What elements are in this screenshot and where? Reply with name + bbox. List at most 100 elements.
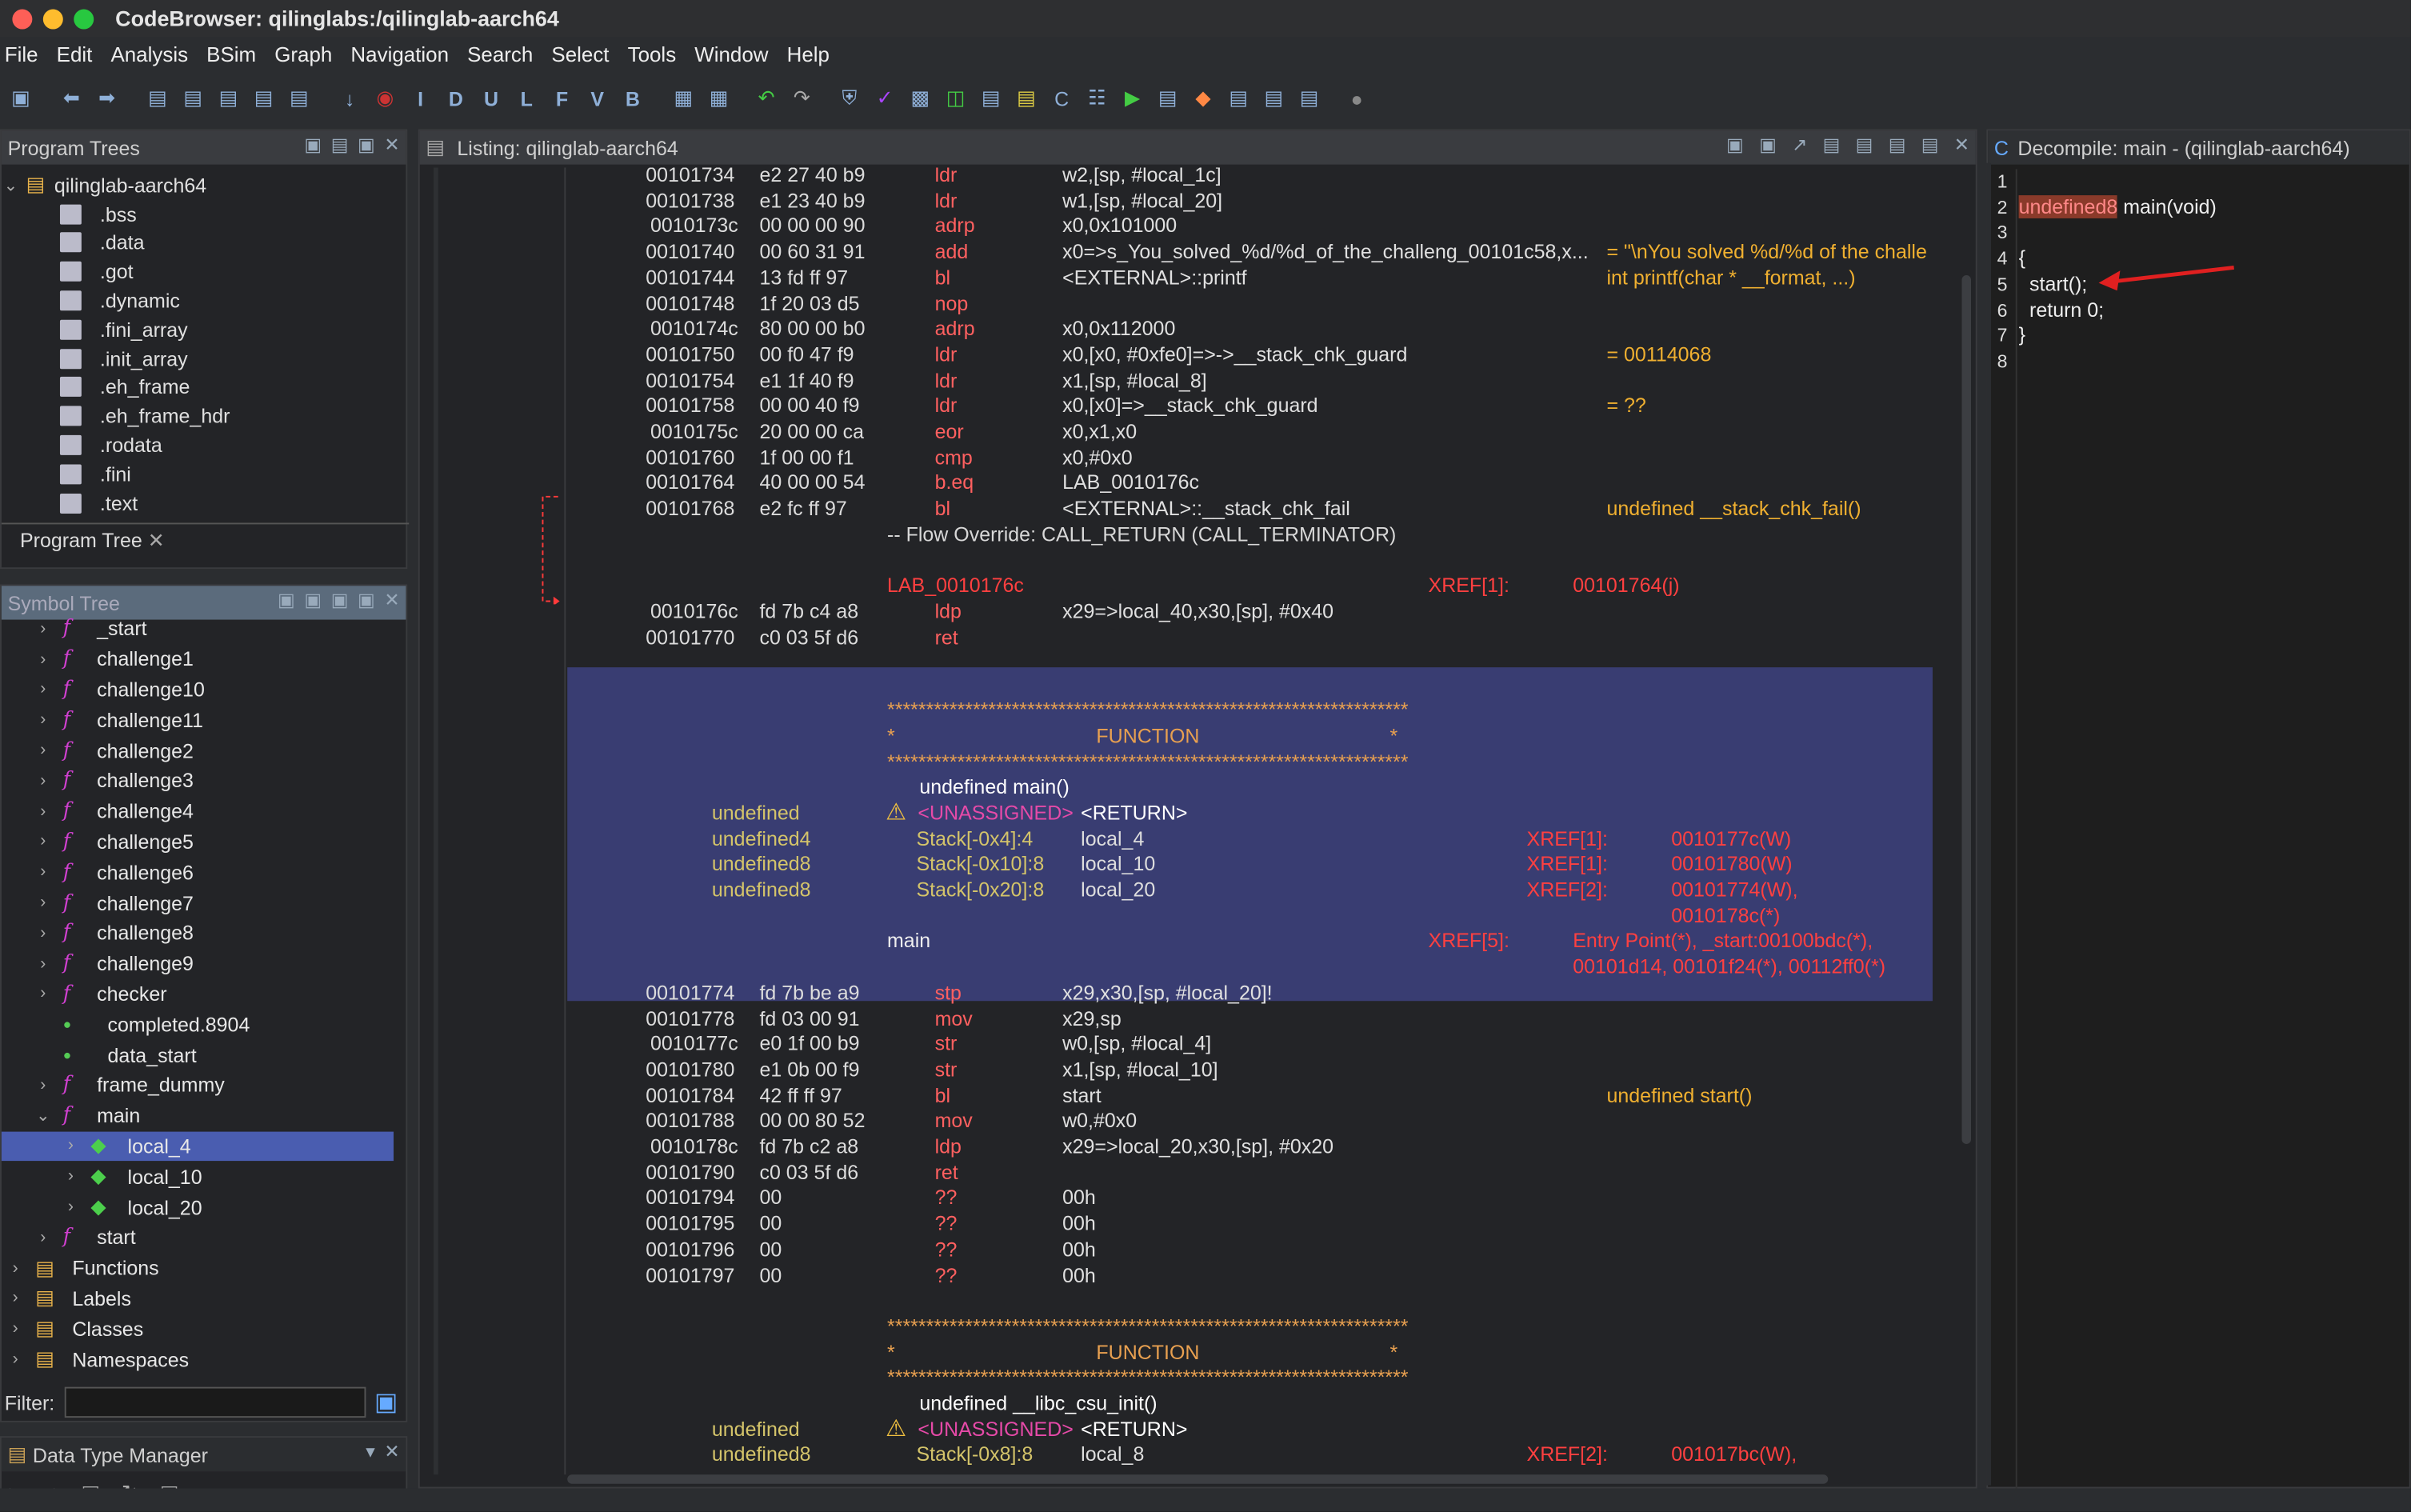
back-arrow-icon[interactable]: ⬅ — [54, 83, 89, 114]
chevron-right-icon[interactable]: › — [2, 1350, 30, 1369]
tree-tool-icon[interactable]: ▣ — [358, 589, 375, 610]
chevron-right-icon[interactable]: › — [30, 924, 58, 942]
symbol-tree-item[interactable]: › f challenge4 — [2, 796, 394, 826]
tree-root[interactable]: ⌄ ▤ qilinglab-aarch64 — [2, 170, 394, 199]
listing-row[interactable]: 00101740 00 60 31 91 add x0=>s_You_solved_%… — [567, 240, 1933, 266]
listing-row[interactable]: 00101774 fd 7b be a9 stp x29,x30,[sp, #loca… — [567, 981, 1933, 1006]
paste-icon[interactable]: ▣ — [1759, 134, 1777, 155]
listing-row[interactable]: 00101748 1f 20 03 d5 nop — [567, 291, 1933, 317]
listing-row[interactable]: 00101750 00 f0 47 f9 ldr x0,[x0, #0xfe0]=>-… — [567, 342, 1933, 368]
symbol-tree-item[interactable]: › f challenge1 — [2, 644, 394, 674]
symbol-tree-item[interactable]: › f challenge6 — [2, 857, 394, 887]
chevron-right-icon[interactable]: › — [30, 802, 58, 821]
listing-row[interactable]: 00101758 00 00 40 f9 ldr x0,[x0]=>__stack_c… — [567, 394, 1933, 420]
save-icon[interactable]: ▣ — [3, 83, 38, 114]
tree-item[interactable]: .fini_array — [2, 315, 394, 344]
forward-arrow-icon[interactable]: ➡ — [89, 83, 124, 114]
listing-row[interactable]: 00101734 e2 27 40 b9 ldr w2,[sp, #local_1c] — [567, 167, 1933, 188]
nav-d-icon[interactable]: D — [438, 83, 474, 114]
tool-icon[interactable]: ▤ — [1921, 134, 1939, 155]
tool-icon[interactable]: ▤ — [1150, 83, 1186, 114]
chevron-right-icon[interactable]: › — [57, 1167, 85, 1186]
listing-row[interactable]: 00101778 fd 03 00 91 mov x29,sp — [567, 1006, 1933, 1032]
redo-icon[interactable]: ↷ — [784, 83, 819, 114]
menu-help[interactable]: Help — [782, 43, 843, 77]
symbol-tree-item[interactable]: › f challenge8 — [2, 918, 394, 948]
symbol-tree-item[interactable]: › ▤ Labels — [2, 1283, 394, 1314]
symbol-tree-item[interactable]: ● completed.8904 — [2, 1010, 394, 1040]
tree-item[interactable]: .dynamic — [2, 286, 394, 315]
symbol-tree-item[interactable]: › f challenge10 — [2, 674, 394, 705]
listing-row[interactable]: 0010175c 20 00 00 ca eor x0,x1,x0 — [567, 420, 1933, 446]
listing-row[interactable]: 00101738 e1 23 40 b9 ldr w1,[sp, #local_20] — [567, 189, 1933, 214]
down-arrow-icon[interactable]: ↓ — [332, 83, 367, 114]
chevron-right-icon[interactable]: › — [30, 985, 58, 1003]
chevron-down-icon[interactable]: ▾ — [366, 1441, 375, 1462]
page-icon[interactable]: ▤ — [282, 83, 317, 114]
decompiler-icon[interactable]: C — [1044, 83, 1079, 114]
chevron-right-icon[interactable]: › — [30, 1228, 58, 1246]
chevron-right-icon[interactable]: › — [30, 619, 58, 638]
menu-graph[interactable]: Graph — [270, 43, 346, 77]
tree-tool-icon[interactable]: ▣ — [278, 589, 295, 610]
chevron-right-icon[interactable]: › — [30, 650, 58, 668]
chevron-right-icon[interactable]: › — [30, 863, 58, 882]
return-type[interactable]: undefined8 — [2018, 195, 2118, 218]
check-icon[interactable]: ✓ — [867, 83, 902, 114]
symbol-tree-item[interactable]: › f frame_dummy — [2, 1070, 394, 1101]
minimize-window-button[interactable] — [42, 8, 63, 29]
listing-row[interactable]: 00101788 00 00 80 52 mov w0,#0x0 — [567, 1110, 1933, 1135]
diamond-icon[interactable]: ◆ — [1186, 83, 1221, 114]
tool-icon[interactable]: ◫ — [938, 83, 973, 114]
chevron-down-icon[interactable]: ⌄ — [30, 1106, 58, 1126]
tool-icon[interactable]: ▦ — [701, 83, 736, 114]
symbol-tree-item[interactable]: › f challenge2 — [2, 735, 394, 766]
tool-icon[interactable]: ▤ — [1823, 134, 1841, 155]
listing-row[interactable]: 00101794 00?? 00h — [567, 1186, 1933, 1212]
filter-input[interactable] — [63, 1386, 366, 1418]
tree-tool-icon[interactable]: ▣ — [358, 134, 375, 155]
tool-icon[interactable]: ▩ — [902, 83, 938, 114]
graph-icon[interactable]: ☷ — [1079, 83, 1114, 114]
listing-row[interactable]: 00101780 e1 0b 00 f9 str x1,[sp, #local_10] — [567, 1058, 1933, 1083]
nav-v-icon[interactable]: V — [580, 83, 615, 114]
chevron-right-icon[interactable]: › — [30, 894, 58, 912]
zoom-window-button[interactable] — [74, 8, 94, 29]
run-icon[interactable]: ▶ — [1114, 83, 1150, 114]
symbol-tree-item[interactable]: › ▤ Classes — [2, 1314, 394, 1344]
nav-l-icon[interactable]: L — [509, 83, 544, 114]
symbol-tree-item[interactable]: › f _start — [2, 614, 394, 644]
symbol-tree-item[interactable]: › f challenge9 — [2, 948, 394, 978]
tree-tool-icon[interactable]: ▣ — [304, 589, 322, 610]
menu-file[interactable]: File — [0, 43, 52, 77]
copy-icon[interactable]: ▣ — [1726, 134, 1744, 155]
page-icon[interactable]: ▤ — [210, 83, 246, 114]
listing-row[interactable]: 00101768 e2 fc ff 97 bl <EXTERNAL>::__stack… — [567, 497, 1933, 522]
listing-row[interactable]: 00101770 c0 03 5f d6 ret — [567, 625, 1933, 650]
tool-icon[interactable]: ▤ — [1221, 83, 1256, 114]
nav-i-icon[interactable]: I — [403, 83, 438, 114]
menu-analysis[interactable]: Analysis — [106, 43, 202, 77]
symbol-tree-item[interactable]: › ◆ local_10 — [2, 1162, 394, 1192]
tool-icon[interactable]: ▤ — [1256, 83, 1291, 114]
close-icon[interactable]: ✕ — [384, 1441, 399, 1462]
close-icon[interactable]: ✕ — [148, 529, 165, 552]
chevron-right-icon[interactable]: › — [2, 1319, 30, 1338]
listing-row[interactable]: 0010178c fd 7b c2 a8 ldp x29=>local_20,x30,… — [567, 1135, 1933, 1161]
tree-item[interactable]: .text — [2, 489, 394, 518]
snapshot-icon[interactable]: ▤ — [1889, 134, 1906, 155]
symbol-tree-item[interactable]: › f challenge7 — [2, 887, 394, 918]
symbol-tree-item[interactable]: › f challenge5 — [2, 826, 394, 857]
tree-item[interactable]: .bss — [2, 199, 394, 228]
nav-f-icon[interactable]: F — [544, 83, 579, 114]
page-icon[interactable]: ▤ — [246, 83, 282, 114]
tree-item[interactable]: .fini — [2, 460, 394, 489]
listing-row[interactable]: 00101797 00?? 00h — [567, 1263, 1933, 1289]
chevron-right-icon[interactable]: › — [2, 1258, 30, 1277]
listing-row[interactable]: 00101790 c0 03 5f d6 ret — [567, 1161, 1933, 1186]
undo-icon[interactable]: ↶ — [749, 83, 784, 114]
chevron-right-icon[interactable]: › — [30, 711, 58, 730]
listing-row[interactable]: 0010173c 00 00 00 90 adrp x0,0x101000 — [567, 214, 1933, 240]
page-icon[interactable]: ▤ — [140, 83, 175, 114]
symbol-tree-item[interactable]: › f challenge3 — [2, 766, 394, 796]
